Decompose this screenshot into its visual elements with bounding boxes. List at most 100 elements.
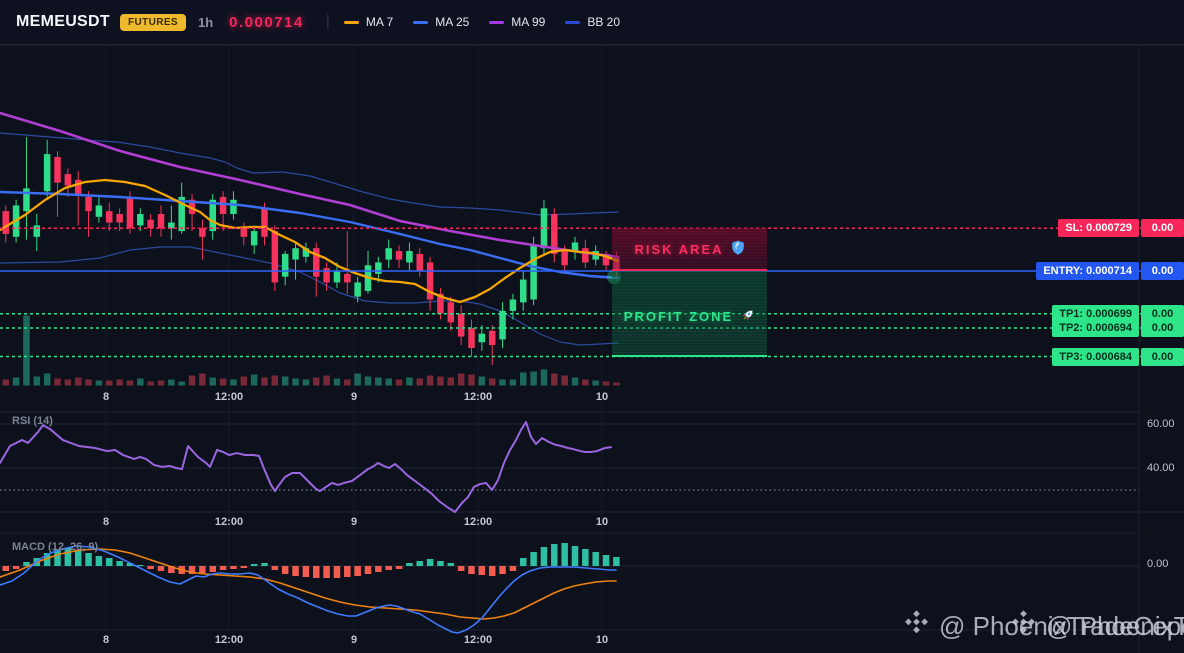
time-label[interactable]: 9 <box>351 634 357 646</box>
volume-bar <box>85 380 92 386</box>
macd-histogram-bar <box>210 566 217 572</box>
macd-histogram-bar <box>313 566 320 578</box>
volume-bar <box>303 380 310 386</box>
volume-bar <box>96 381 103 386</box>
macd-histogram-bar <box>251 564 258 566</box>
macd-histogram-bar <box>137 565 144 566</box>
legend-item-ma7[interactable]: MA 7 <box>344 15 393 29</box>
macd-histogram-bar <box>437 561 444 566</box>
rsi-panel-title[interactable]: RSI (14) <box>12 415 53 427</box>
tp2-axis-value: 0.00 <box>1141 319 1184 337</box>
time-label[interactable]: 8 <box>103 634 109 646</box>
macd-panel-title[interactable]: MACD (12, 26, 9) <box>12 541 98 553</box>
macd-histogram-bar <box>520 558 527 566</box>
volume-bar <box>375 378 382 386</box>
volume-bar <box>210 378 217 386</box>
candle <box>572 237 579 260</box>
legend-item-ma25[interactable]: MA 25 <box>413 15 469 29</box>
macd-histogram-bar <box>272 566 279 570</box>
macd-histogram-bar <box>510 566 517 571</box>
time-label[interactable]: 10 <box>596 391 608 403</box>
volume-bar <box>44 374 51 386</box>
macd-histogram-bar <box>261 563 268 566</box>
volume-bar <box>417 379 424 386</box>
rsi-40-axis-label: 40.00 <box>1147 462 1175 474</box>
legend-color-dash <box>344 21 359 24</box>
macd-histogram-bar <box>292 566 299 576</box>
macd-histogram-bar <box>199 566 206 573</box>
legend-label: MA 99 <box>511 15 545 29</box>
legend-item-bb20[interactable]: BB 20 <box>565 15 620 29</box>
macd-histogram-bar <box>116 561 123 566</box>
candle <box>65 168 72 197</box>
volume-bar <box>282 377 289 386</box>
time-label[interactable]: 10 <box>596 634 608 646</box>
tp2-price-label-row[interactable]: TP2: 0.0006940.00 <box>0 319 1184 337</box>
volume-bar <box>323 376 330 386</box>
volume-bar <box>541 370 548 386</box>
entry-price-label-row[interactable]: ENTRY: 0.0007140.00 <box>0 262 1184 280</box>
volume-bar <box>582 380 589 386</box>
volume-bar <box>75 378 82 386</box>
candle-body <box>220 197 227 214</box>
volume-bar <box>530 372 537 386</box>
legend-color-dash <box>489 21 504 24</box>
candle <box>44 140 51 197</box>
time-label[interactable]: 8 <box>103 391 109 403</box>
volume-bar <box>241 377 248 386</box>
rsi-line <box>0 422 611 512</box>
macd-histogram-bar <box>582 549 589 566</box>
sl-price-label-row[interactable]: SL: 0.0007290.00 <box>0 219 1184 237</box>
candle-body <box>44 154 51 191</box>
time-label[interactable]: 12:00 <box>464 634 492 646</box>
volume-bar <box>499 380 506 386</box>
macd-histogram-bar <box>448 563 455 566</box>
macd-histogram-bar <box>489 566 496 576</box>
volume-bar <box>292 379 299 386</box>
candle-body <box>385 248 392 259</box>
time-label[interactable]: 12:00 <box>464 516 492 528</box>
time-label[interactable]: 10 <box>596 516 608 528</box>
candle <box>54 151 61 217</box>
macd-histogram-bar <box>417 561 424 566</box>
time-label[interactable]: 12:00 <box>215 391 243 403</box>
macd-histogram-bar <box>468 566 475 574</box>
tp3-price-label-row[interactable]: TP3: 0.0006840.00 <box>0 348 1184 366</box>
volume-bar <box>520 373 527 386</box>
tp2-price-label[interactable]: TP2: 0.000694 <box>1052 319 1139 337</box>
candle-body <box>406 251 413 262</box>
time-label[interactable]: 12:00 <box>215 634 243 646</box>
macd-histogram-bar <box>303 566 310 577</box>
volume-bar <box>458 374 465 386</box>
tp3-price-label[interactable]: TP3: 0.000684 <box>1052 348 1139 366</box>
macd-histogram-bar <box>241 566 248 568</box>
volume-bar <box>34 377 41 386</box>
volume-bar <box>137 379 144 386</box>
time-label[interactable]: 12:00 <box>215 516 243 528</box>
rsi-60-axis-label: 60.00 <box>1147 418 1175 430</box>
volume-bar <box>344 380 351 386</box>
time-label[interactable]: 9 <box>351 516 357 528</box>
sl-price-label[interactable]: SL: 0.000729 <box>1058 219 1139 237</box>
candle-body <box>396 251 403 260</box>
volume-bar <box>334 379 341 386</box>
candle-body <box>582 248 589 262</box>
volume-bar <box>510 380 517 386</box>
volume-bar <box>230 380 237 386</box>
macd-histogram-bar <box>13 566 20 569</box>
volume-bar <box>592 381 599 386</box>
legend-item-ma99[interactable]: MA 99 <box>489 15 545 29</box>
futures-badge[interactable]: FUTURES <box>120 14 186 31</box>
time-label[interactable]: 9 <box>351 391 357 403</box>
time-label[interactable]: 8 <box>103 516 109 528</box>
entry-price-label[interactable]: ENTRY: 0.000714 <box>1036 262 1139 280</box>
timeframe-selector[interactable]: 1h <box>198 15 213 30</box>
legend-color-dash <box>565 21 580 24</box>
volume-bar <box>572 378 579 386</box>
macd-histogram-bar <box>3 566 10 571</box>
volume-bar <box>489 379 496 386</box>
macd-histogram-bar <box>406 563 413 566</box>
legend-label: MA 25 <box>435 15 469 29</box>
time-label[interactable]: 12:00 <box>464 391 492 403</box>
macd-histogram-bar <box>603 555 610 566</box>
